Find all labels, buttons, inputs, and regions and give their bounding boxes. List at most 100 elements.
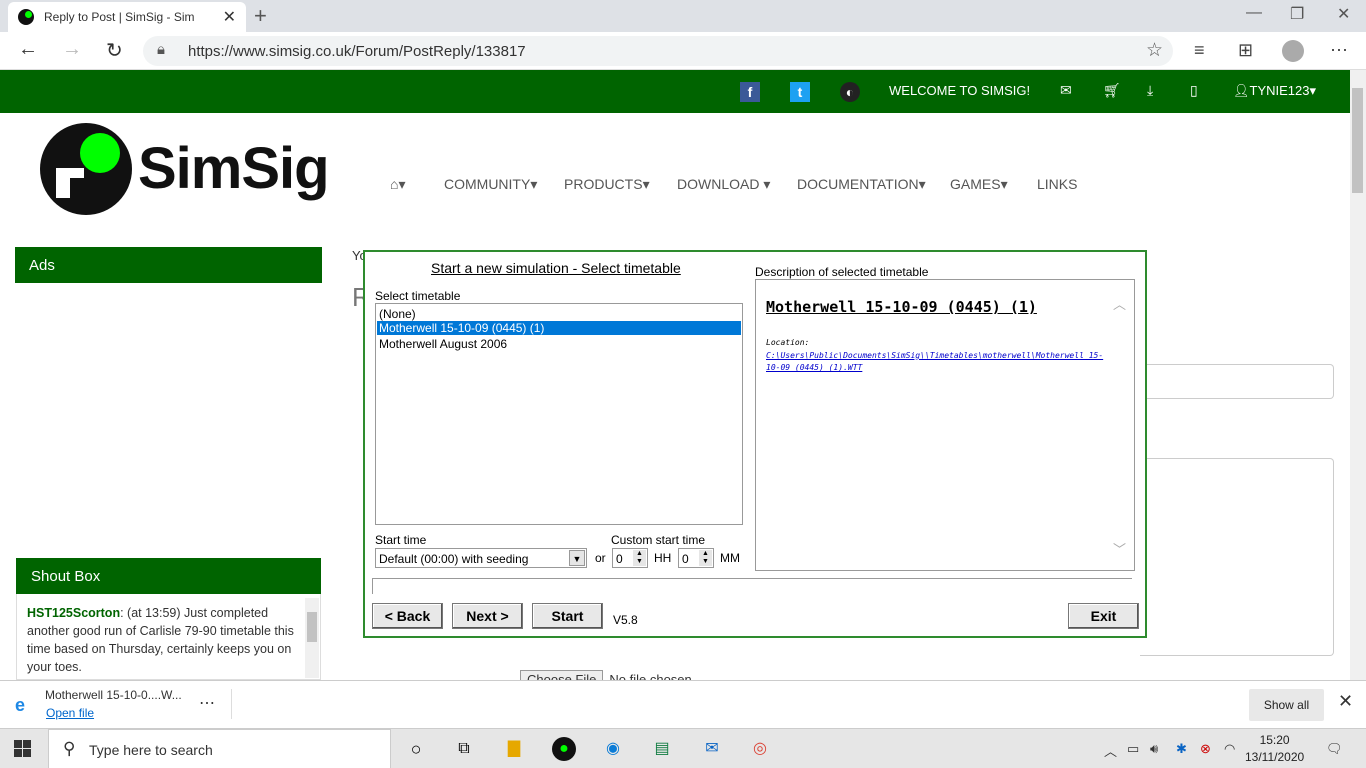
subject-input[interactable] (1140, 364, 1334, 399)
shoutbox-scrollbar[interactable] (305, 598, 319, 678)
chrome-icon[interactable]: ◎ (748, 737, 772, 761)
more-options-icon[interactable]: ⋯ (1330, 40, 1348, 61)
timetable-item-none[interactable]: (None) (377, 307, 741, 321)
battery-icon[interactable]: ▭ (1127, 741, 1139, 757)
menu-games[interactable]: GAMES▾ (950, 176, 1008, 193)
simsig-logo-icon[interactable] (40, 123, 132, 215)
home-icon[interactable]: ⌂▾ (390, 176, 405, 193)
simsig-favicon-icon (18, 9, 34, 25)
open-file-link[interactable]: Open file (46, 706, 94, 720)
forward-arrow-icon[interactable]: → (62, 38, 82, 61)
mail-icon[interactable]: ✉ (1060, 82, 1072, 99)
download-more-icon[interactable]: ⋯ (199, 693, 215, 713)
browser-tab[interactable]: Reply to Post | SimSig - Simulato ✕ (8, 2, 246, 32)
exit-button[interactable]: Exit (1068, 603, 1139, 629)
close-tab-icon[interactable]: ✕ (223, 7, 236, 27)
search-icon: ⚲ (63, 739, 76, 758)
mobile-icon[interactable]: ▯ (1190, 82, 1198, 99)
address-bar[interactable]: 🔒︎ https://www.simsig.co.uk/Forum/PostRe… (143, 36, 1173, 66)
scroll-up-icon[interactable]: ︿ (1113, 294, 1126, 313)
file-explorer-icon[interactable]: ▇ (502, 737, 526, 761)
select-timetable-label: Select timetable (375, 289, 461, 303)
taskbar-clock[interactable]: 15:20 13/11/2020 (1245, 732, 1304, 766)
menu-documentation[interactable]: DOCUMENTATION▾ (797, 176, 926, 193)
close-window-icon[interactable]: ✕ (1337, 4, 1350, 24)
clock-date: 13/11/2020 (1245, 750, 1305, 764)
back-arrow-icon[interactable]: ← (18, 38, 38, 61)
mm-label: MM (720, 551, 740, 565)
wifi-icon[interactable]: ◠ (1224, 741, 1235, 757)
logo-text[interactable]: SimSig (138, 135, 330, 202)
menu-download[interactable]: DOWNLOAD ▾ (677, 176, 770, 193)
url-text: https://www.simsig.co.uk/Forum/PostReply… (188, 43, 526, 60)
hours-value: 0 (616, 552, 623, 566)
spinner-updown-icon[interactable]: ▲ ▼ (699, 550, 712, 566)
edge-icon[interactable]: ◉ (601, 737, 625, 761)
favorite-star-icon[interactable]: ☆ (1146, 39, 1163, 62)
file-upload[interactable]: Choose File No file chosen (520, 670, 692, 680)
windows-start-icon[interactable] (14, 740, 32, 758)
start-button[interactable]: Start (532, 603, 603, 629)
notifications-icon[interactable]: 🗨︎ (1326, 741, 1343, 757)
simsig-app-icon[interactable]: ● (552, 737, 576, 761)
new-tab-icon[interactable]: + (254, 3, 267, 29)
scroll-down-icon[interactable]: ﹀ (1113, 539, 1126, 558)
bluetooth-icon[interactable]: ✱ (1176, 741, 1187, 757)
shoutbox-body: HST125Scorton: (at 13:59) Just completed… (16, 594, 321, 680)
tray-overflow-icon[interactable]: ︿ (1104, 741, 1117, 760)
message-textarea[interactable] (1140, 458, 1334, 656)
cart-icon[interactable]: 🛒︎ (1103, 82, 1121, 99)
select-timetable-dialog: Start a new simulation - Select timetabl… (363, 250, 1147, 638)
show-all-button[interactable]: Show all (1249, 689, 1324, 721)
download-filename[interactable]: Motherwell 15-10-0....W... (45, 688, 182, 702)
minimize-icon[interactable]: — (1246, 4, 1262, 22)
notes-app-icon[interactable]: ▤ (650, 737, 674, 761)
facebook-icon[interactable]: f (740, 82, 760, 102)
dialog-title: Start a new simulation - Select timetabl… (431, 260, 681, 276)
mail-app-icon[interactable]: ✉ (700, 737, 724, 761)
minutes-value: 0 (682, 552, 689, 566)
network-error-icon[interactable]: ⊗ (1200, 741, 1211, 757)
welcome-link[interactable]: WELCOME TO SIMSIG! (889, 83, 1030, 98)
close-download-bar-icon[interactable]: ✕ (1338, 691, 1353, 712)
next-button[interactable]: Next > (452, 603, 523, 629)
timetable-item-motherwell-15-10-09[interactable]: Motherwell 15-10-09 (0445) (1) (377, 321, 741, 335)
shout-author[interactable]: HST125Scorton (27, 606, 120, 620)
start-time-select[interactable]: Default (00:00) with seeding ▼ (375, 548, 587, 568)
collections-icon[interactable]: ⊞ (1238, 40, 1253, 61)
username: TYNIE123 (1249, 83, 1310, 98)
description-box: Motherwell 15-10-09 (0445) (1) Location:… (755, 279, 1135, 571)
download-icon[interactable]: ⤓ (1147, 82, 1153, 99)
address-toolbar: ← → ↻ 🔒︎ https://www.simsig.co.uk/Forum/… (0, 32, 1366, 70)
timetable-list[interactable]: (None) Motherwell 15-10-09 (0445) (1) Mo… (375, 303, 743, 525)
steam-icon[interactable]: ◐ (840, 82, 860, 102)
timetable-item-motherwell-august-2006[interactable]: Motherwell August 2006 (377, 337, 741, 351)
cortana-icon[interactable]: ○ (404, 737, 428, 761)
location-path-link[interactable]: C:\Users\Public\Documents\SimSig\\Timeta… (766, 350, 1106, 374)
profile-avatar[interactable] (1282, 40, 1304, 62)
favorites-list-icon[interactable]: ≡ (1194, 40, 1205, 61)
chevron-down-icon[interactable]: ▼ (569, 550, 585, 566)
volume-icon[interactable]: 🔊︎ (1150, 741, 1158, 757)
spinner-updown-icon[interactable]: ▲ ▼ (633, 550, 646, 566)
hours-spinner[interactable]: 0 ▲ ▼ (612, 548, 648, 568)
back-button[interactable]: < Back (372, 603, 443, 629)
menu-links[interactable]: LINKS (1037, 176, 1077, 192)
choose-file-button[interactable]: Choose File (520, 670, 604, 680)
no-file-text: No file chosen (609, 672, 692, 680)
site-top-bar: f t ◐ WELCOME TO SIMSIG! ✉ 🛒︎ ⤓ ▯ 👤︎TYNI… (0, 70, 1350, 113)
dialog-separator (372, 578, 1132, 594)
minutes-spinner[interactable]: 0 ▲ ▼ (678, 548, 714, 568)
restore-icon[interactable]: ❐ (1290, 4, 1304, 24)
menu-products[interactable]: PRODUCTS▾ (564, 176, 650, 193)
menu-community[interactable]: COMMUNITY▾ (444, 176, 537, 193)
page-scroll-thumb[interactable] (1352, 88, 1363, 193)
twitter-icon[interactable]: t (790, 82, 810, 102)
windows-taskbar: ⚲ Type here to search ○ ⧉ ▇ ● ◉ ▤ ✉ ◎ ︿ … (0, 728, 1366, 768)
menu-download-label: DOWNLOAD (677, 176, 760, 192)
hh-label: HH (654, 551, 672, 565)
refresh-icon[interactable]: ↻ (106, 38, 123, 63)
user-menu[interactable]: 👤︎TYNIE123▾ (1233, 83, 1316, 99)
taskbar-search[interactable]: ⚲ Type here to search (48, 729, 391, 768)
task-view-icon[interactable]: ⧉ (452, 737, 476, 761)
